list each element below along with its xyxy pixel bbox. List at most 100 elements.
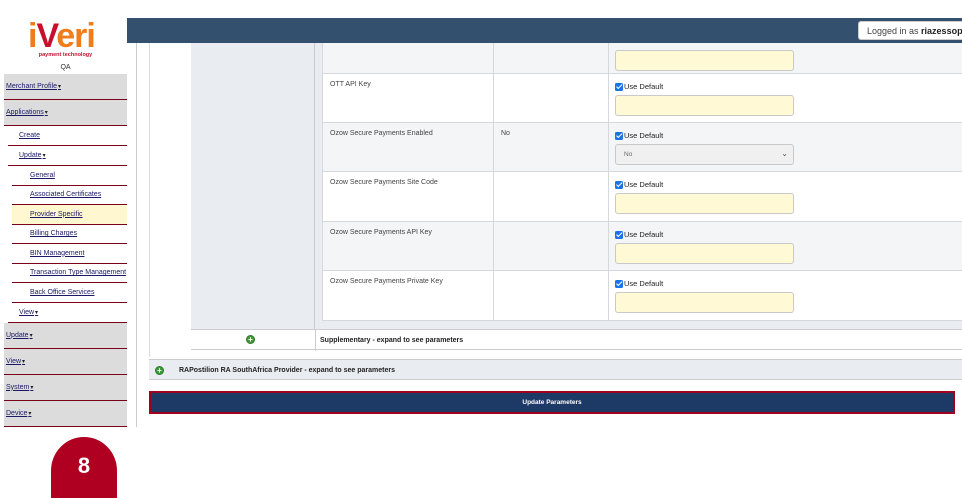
- sidebar-item-associated-certificates[interactable]: Associated Certificates: [12, 185, 127, 205]
- update-parameters-button[interactable]: Update Parameters: [149, 391, 955, 414]
- checkbox-checked-icon[interactable]: [615, 180, 623, 189]
- sidebar-item-view[interactable]: View ▾: [4, 348, 127, 375]
- sidebar-nav: Merchant Profile ▾ Applications ▾ Create Upda…: [4, 74, 127, 427]
- logged-in-prefix: Logged in as: [867, 26, 922, 36]
- use-default-checkbox[interactable]: Use Default: [615, 82, 803, 91]
- use-default-checkbox[interactable]: Use Default: [615, 131, 803, 140]
- app-root: iVeri payment technology QA Merchant Pro…: [0, 0, 962, 498]
- chevron-down-icon[interactable]: ⌄: [781, 149, 788, 158]
- sidebar-item-system[interactable]: System ▾: [4, 374, 127, 401]
- parameter-row: Ozow Secure Payments API Key Use Default: [322, 222, 962, 271]
- checkbox-checked-icon[interactable]: [615, 82, 623, 91]
- provider-side-column: [191, 43, 314, 329]
- caret-down-icon: ▾: [22, 358, 26, 365]
- parameter-select[interactable]: No ⌄: [615, 144, 794, 165]
- sidebar-item-merchant-profile[interactable]: Merchant Profile ▾: [4, 74, 127, 100]
- sidebar-item-label: Transaction Type Management: [30, 269, 127, 277]
- supplementary-row[interactable]: + Supplementary - expand to see paramete…: [191, 329, 962, 351]
- parameter-current-value: [494, 271, 609, 320]
- parameter-row: Ozow Secure Payments Enabled No Use Defaul…: [322, 123, 962, 172]
- sidebar-item-label: Billing Charges: [30, 230, 78, 238]
- logo-letter-v: V: [36, 17, 57, 55]
- rapostilion-label[interactable]: RAPostilion RA SouthAfrica Provider - ex…: [179, 367, 395, 374]
- sidebar-item-label: Provider Specific: [30, 210, 83, 218]
- sidebar-item-label: Merchant Profile: [6, 83, 57, 90]
- parameter-setting: Use Default No ⌄: [609, 123, 809, 171]
- top-bar: Logged in as riazessop: [127, 18, 962, 43]
- use-default-checkbox[interactable]: Use Default: [615, 279, 803, 288]
- parameter-setting: Use Default: [609, 74, 809, 122]
- sidebar-item-label: Associated Certificates: [30, 191, 102, 199]
- sidebar-item-label: View: [6, 357, 22, 365]
- parameter-input[interactable]: [615, 243, 794, 264]
- sidebar-item-device[interactable]: Device ▾: [4, 400, 127, 427]
- parameter-input[interactable]: [615, 50, 794, 71]
- sidebar-item-create[interactable]: Create: [8, 126, 127, 146]
- checkbox-checked-icon[interactable]: [615, 131, 623, 140]
- parameter-setting: Use Default: [609, 271, 809, 320]
- use-default-label: Use Default: [624, 230, 664, 239]
- parameter-current-value: [494, 74, 609, 122]
- sidebar-item-update[interactable]: Update ▾: [4, 322, 127, 349]
- sidebar-item-label: Create: [19, 132, 41, 139]
- sidebar-item-label: Update: [19, 152, 42, 159]
- sidebar: iVeri payment technology QA Merchant Pro…: [4, 17, 127, 427]
- parameter-row: Ozow Secure Payments Private Key Use Defa…: [322, 271, 962, 321]
- parameter-name: Ozow Secure Payments API Key: [323, 222, 494, 270]
- caret-down-icon: ▾: [57, 84, 61, 90]
- parameter-name: OTT API Key: [323, 74, 494, 122]
- parameter-input[interactable]: [615, 95, 794, 116]
- parameter-setting: Use Default: [609, 222, 809, 270]
- logo-wordmark: iVeri: [28, 17, 96, 55]
- sidebar-item-label: BIN Management: [30, 249, 85, 257]
- environment-label: QA: [60, 64, 71, 71]
- parameter-name: Ozow Secure Payments Private Key: [323, 271, 494, 320]
- brand-logo: iVeri payment technology QA: [4, 17, 127, 73]
- sidebar-item-transaction-type-management[interactable]: Transaction Type Management: [12, 263, 127, 283]
- sidebar-item-view[interactable]: View ▾: [8, 302, 127, 323]
- sidebar-item-applications[interactable]: Applications ▾: [4, 100, 127, 126]
- checkbox-checked-icon[interactable]: [615, 279, 623, 288]
- sidebar-item-back-office-services[interactable]: Back Office Services: [12, 283, 127, 303]
- step-number-badge: 8: [51, 437, 117, 498]
- sidebar-item-general[interactable]: General: [12, 166, 127, 186]
- parameter-row: [322, 43, 962, 74]
- sidebar-item-provider-specific[interactable]: Provider Specific: [12, 205, 127, 225]
- parameter-current-value: No: [494, 123, 609, 171]
- use-default-label: Use Default: [624, 279, 664, 288]
- logged-in-indicator: Logged in as riazessop: [858, 21, 962, 40]
- parameter-setting: [609, 43, 809, 73]
- logo-letters-eri: eri: [56, 17, 96, 55]
- parameters-table: OTT API Key Use Default Ozow Secure Paymen…: [322, 43, 962, 321]
- provider-panel: OTT API Key Use Default Ozow Secure Paymen…: [149, 43, 962, 357]
- use-default-label: Use Default: [624, 180, 664, 189]
- caret-down-icon: ▾: [30, 384, 34, 391]
- parameter-row: OTT API Key Use Default: [322, 74, 962, 123]
- parameter-name: Ozow Secure Payments Site Code: [323, 172, 494, 221]
- parameter-setting: Use Default: [609, 172, 809, 221]
- parameter-current-value: [494, 43, 609, 73]
- parameter-current-value: [494, 222, 609, 270]
- plus-circle-icon[interactable]: +: [246, 335, 255, 344]
- parameter-current-value: [494, 172, 609, 221]
- sidebar-item-bin-management[interactable]: BIN Management: [12, 244, 127, 264]
- logged-in-user: riazessop: [921, 26, 962, 36]
- use-default-checkbox[interactable]: Use Default: [615, 180, 803, 189]
- parameter-input[interactable]: [615, 193, 794, 214]
- caret-down-icon: ▾: [35, 309, 39, 316]
- sidebar-item-label: View: [19, 308, 35, 316]
- parameter-input[interactable]: [615, 292, 794, 313]
- supplementary-label[interactable]: Supplementary - expand to see parameters: [315, 330, 463, 351]
- sidebar-item-update[interactable]: Update ▾: [8, 146, 127, 166]
- parameter-name: [323, 43, 494, 73]
- sidebar-item-label: General: [30, 171, 55, 179]
- use-default-label: Use Default: [624, 131, 664, 140]
- checkbox-checked-icon[interactable]: [615, 230, 623, 239]
- plus-circle-icon[interactable]: +: [155, 366, 164, 375]
- rapostilion-row[interactable]: + RAPostilion RA SouthAfrica Provider - …: [149, 359, 962, 380]
- main-content: OTT API Key Use Default Ozow Secure Paymen…: [136, 43, 962, 427]
- use-default-label: Use Default: [624, 82, 664, 91]
- caret-down-icon: ▾: [44, 110, 48, 116]
- use-default-checkbox[interactable]: Use Default: [615, 230, 803, 239]
- sidebar-item-billing-charges[interactable]: Billing Charges: [12, 224, 127, 244]
